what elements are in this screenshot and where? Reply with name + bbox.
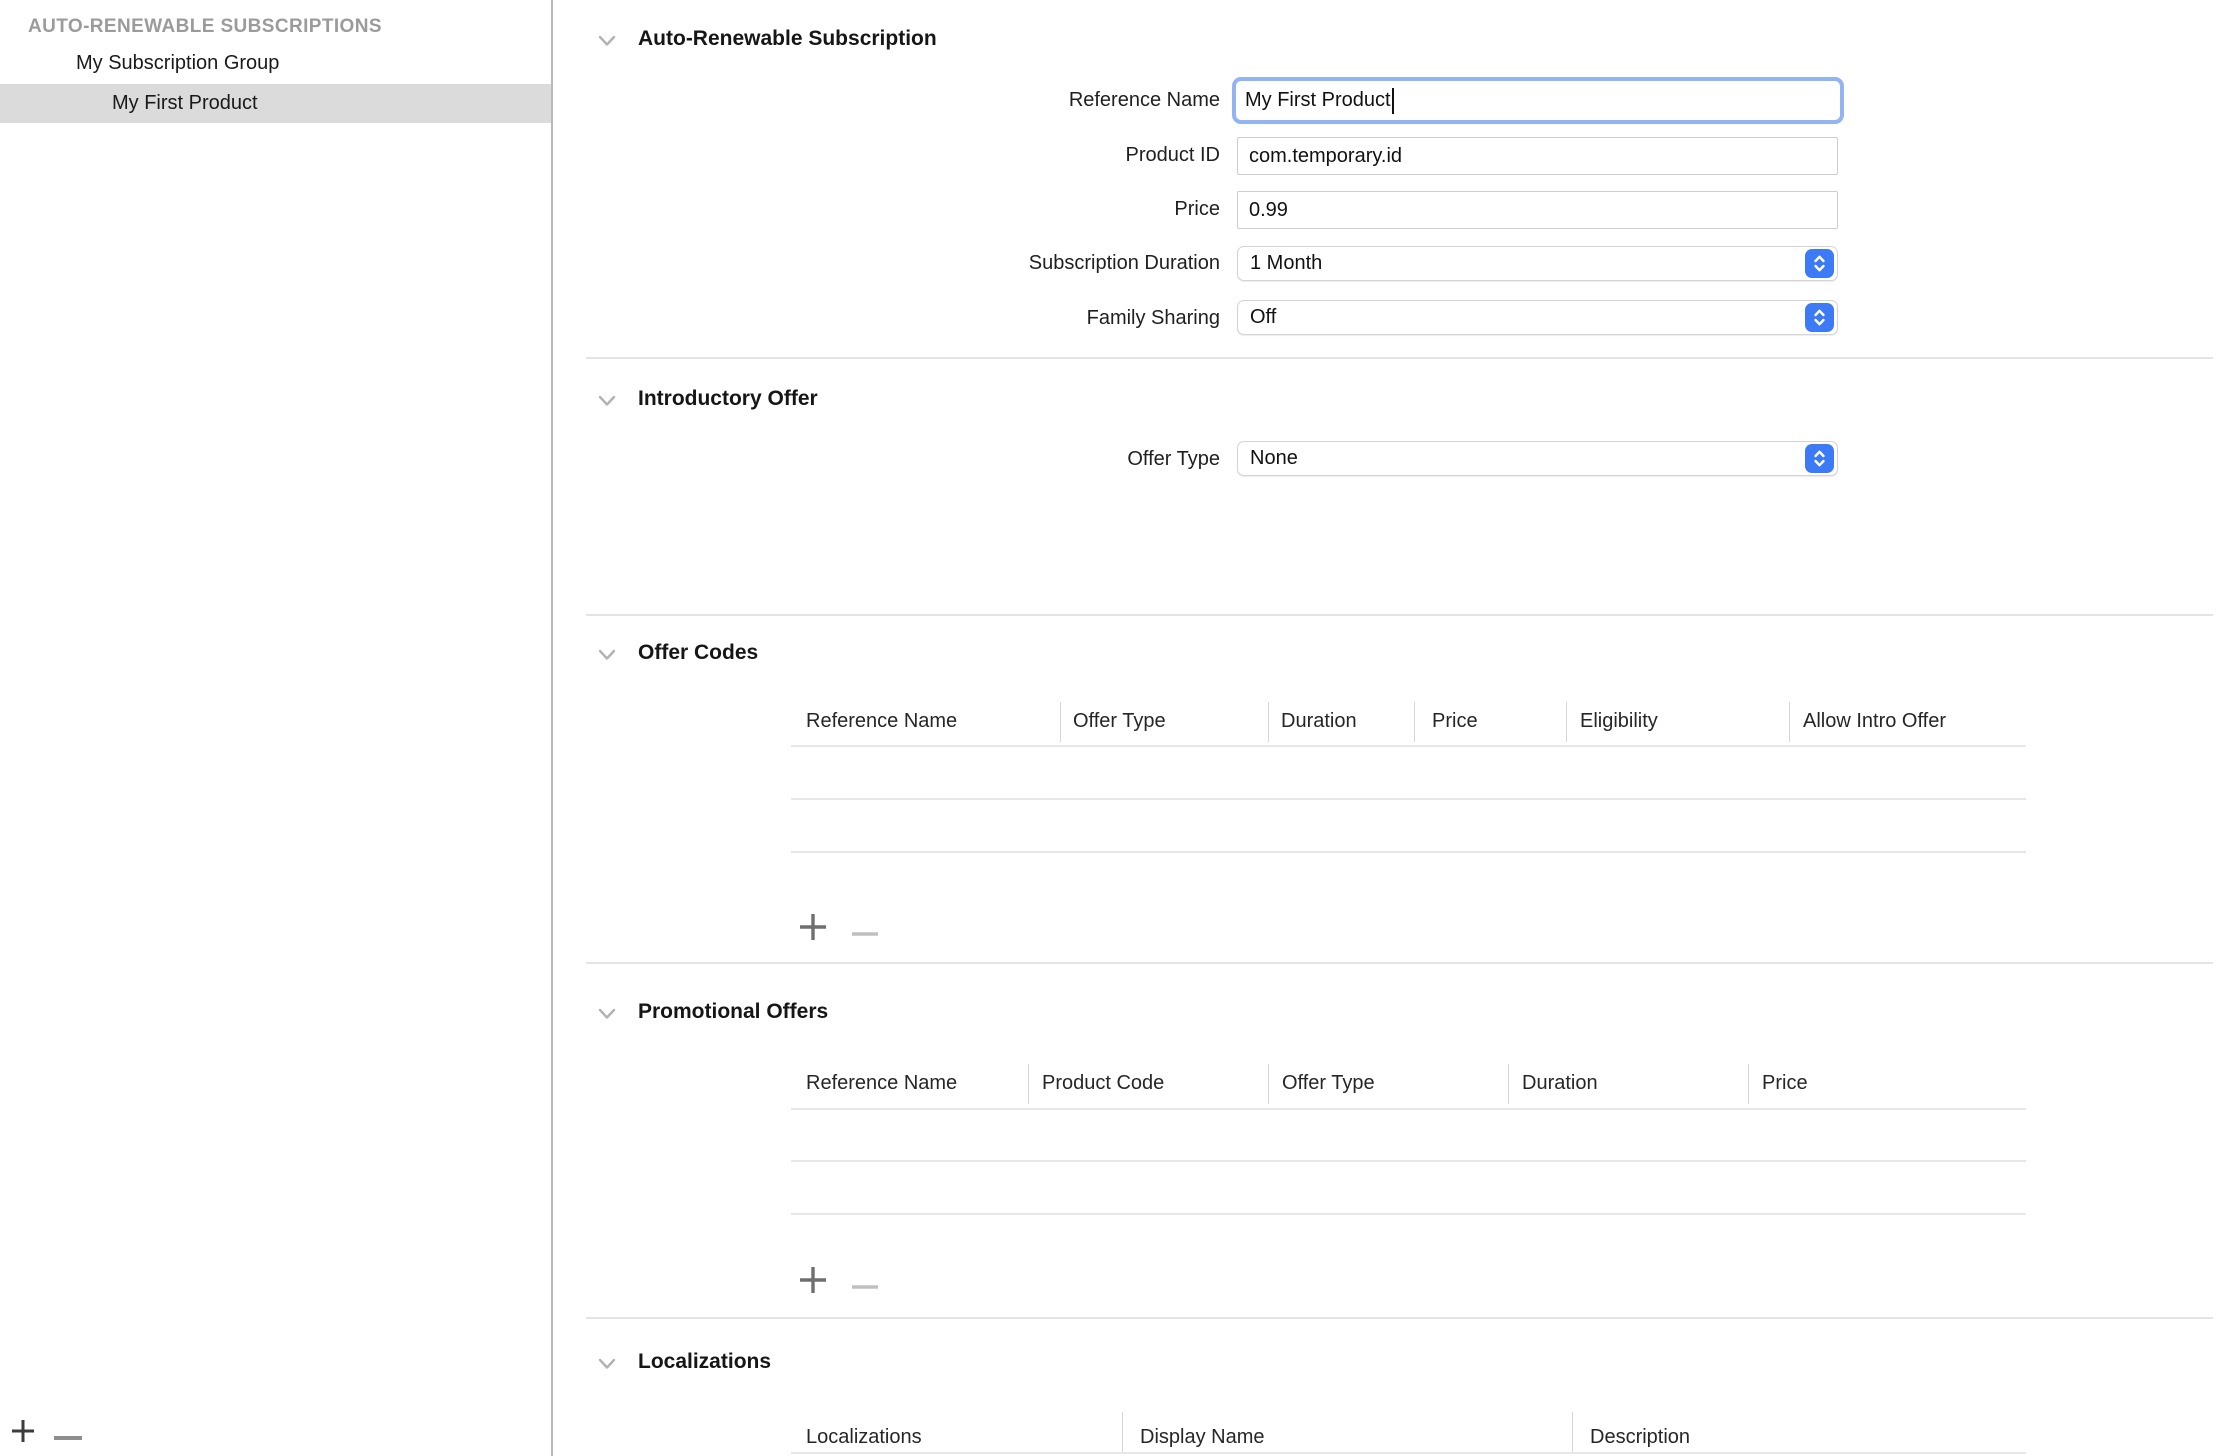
- chevron-down-icon[interactable]: [598, 34, 616, 46]
- offer-type-value: None: [1250, 447, 1298, 469]
- label-family-sharing: Family Sharing: [600, 305, 1220, 331]
- text-cursor: [1392, 88, 1394, 114]
- minus-icon: [851, 1278, 879, 1293]
- table-header-underline: [791, 1108, 2026, 1110]
- promo-col-offer-type[interactable]: Offer Type: [1282, 1070, 1375, 1096]
- section-divider: [586, 962, 2213, 964]
- promo-remove-button[interactable]: [851, 1278, 879, 1284]
- sidebar-add-button[interactable]: [10, 1417, 36, 1445]
- column-divider: [1572, 1412, 1573, 1452]
- subscription-duration-popup[interactable]: 1 Month: [1237, 246, 1838, 281]
- column-divider: [1268, 1064, 1269, 1104]
- reference-name-value: My First Product: [1245, 89, 1391, 112]
- minus-icon: [53, 1429, 83, 1444]
- sidebar-main-divider: [551, 0, 553, 1456]
- minus-icon: [851, 925, 879, 940]
- sidebar-item-first-product[interactable]: My First Product: [0, 84, 551, 123]
- chevron-down-icon[interactable]: [598, 648, 616, 660]
- offer-type-popup[interactable]: None: [1237, 441, 1838, 476]
- offer-codes-col-allow-intro-offer[interactable]: Allow Intro Offer: [1803, 708, 1946, 734]
- popup-chevrons-icon: [1805, 444, 1834, 473]
- localizations-col-display-name[interactable]: Display Name: [1140, 1424, 1264, 1450]
- table-row-divider: [791, 1160, 2026, 1162]
- section-title-promotional-offers: Promotional Offers: [638, 999, 828, 1025]
- offer-codes-col-eligibility[interactable]: Eligibility: [1580, 708, 1658, 734]
- promo-col-price[interactable]: Price: [1762, 1070, 1808, 1096]
- plus-icon: [799, 929, 827, 944]
- table-header-underline: [791, 745, 2026, 747]
- offer-codes-add-button[interactable]: [799, 913, 827, 941]
- offer-codes-col-offer-type[interactable]: Offer Type: [1073, 708, 1166, 734]
- offer-codes-col-reference-name[interactable]: Reference Name: [806, 708, 957, 734]
- price-input[interactable]: 0.99: [1237, 191, 1838, 229]
- label-product-id: Product ID: [600, 142, 1220, 168]
- reference-name-input[interactable]: My First Product: [1232, 77, 1844, 124]
- sidebar-group-header: AUTO-RENEWABLE SUBSCRIPTIONS: [28, 16, 382, 38]
- subscription-duration-value: 1 Month: [1250, 252, 1322, 274]
- promo-add-button[interactable]: [799, 1266, 827, 1294]
- chevron-down-icon[interactable]: [598, 394, 616, 406]
- popup-chevrons-icon: [1805, 303, 1834, 332]
- column-divider: [1028, 1064, 1029, 1104]
- localizations-col-description[interactable]: Description: [1590, 1424, 1690, 1450]
- promo-col-product-code[interactable]: Product Code: [1042, 1070, 1164, 1096]
- product-id-input[interactable]: com.temporary.id: [1237, 137, 1838, 175]
- table-row-divider: [791, 1213, 2026, 1215]
- section-divider: [586, 1317, 2213, 1319]
- sidebar-item-subscription-group[interactable]: My Subscription Group: [76, 49, 279, 77]
- plus-icon: [799, 1282, 827, 1297]
- family-sharing-value: Off: [1250, 306, 1276, 328]
- label-reference-name: Reference Name: [600, 87, 1220, 113]
- sidebar-item-label: My First Product: [112, 84, 258, 123]
- sidebar-remove-button[interactable]: [53, 1429, 83, 1435]
- localizations-col-localizations[interactable]: Localizations: [806, 1424, 922, 1450]
- offer-codes-col-price[interactable]: Price: [1432, 708, 1478, 734]
- sidebar: AUTO-RENEWABLE SUBSCRIPTIONS My Subscrip…: [0, 0, 551, 1456]
- label-price: Price: [600, 196, 1220, 222]
- popup-chevrons-icon: [1805, 249, 1834, 278]
- promo-col-reference-name[interactable]: Reference Name: [806, 1070, 957, 1096]
- section-title-introductory-offer: Introductory Offer: [638, 386, 818, 412]
- column-divider: [1566, 702, 1567, 742]
- column-divider: [1748, 1064, 1749, 1104]
- plus-icon: [10, 1433, 36, 1448]
- table-header-underline: [791, 1452, 2026, 1454]
- chevron-down-icon[interactable]: [598, 1357, 616, 1369]
- column-divider: [1414, 702, 1415, 742]
- offer-codes-col-duration[interactable]: Duration: [1281, 708, 1357, 734]
- offer-codes-remove-button[interactable]: [851, 925, 879, 931]
- section-title-offer-codes: Offer Codes: [638, 640, 758, 666]
- section-divider: [586, 614, 2213, 616]
- table-row-divider: [791, 851, 2026, 853]
- column-divider: [1789, 702, 1790, 742]
- table-row-divider: [791, 798, 2026, 800]
- label-offer-type: Offer Type: [600, 446, 1220, 472]
- column-divider: [1268, 702, 1269, 742]
- chevron-down-icon[interactable]: [598, 1007, 616, 1019]
- section-title-subscription: Auto-Renewable Subscription: [638, 26, 937, 52]
- family-sharing-popup[interactable]: Off: [1237, 300, 1838, 335]
- column-divider: [1060, 702, 1061, 742]
- label-subscription-duration: Subscription Duration: [600, 250, 1220, 276]
- column-divider: [1122, 1412, 1123, 1452]
- column-divider: [1508, 1064, 1509, 1104]
- section-title-localizations: Localizations: [638, 1349, 771, 1375]
- section-divider: [586, 357, 2213, 359]
- promo-col-duration[interactable]: Duration: [1522, 1070, 1598, 1096]
